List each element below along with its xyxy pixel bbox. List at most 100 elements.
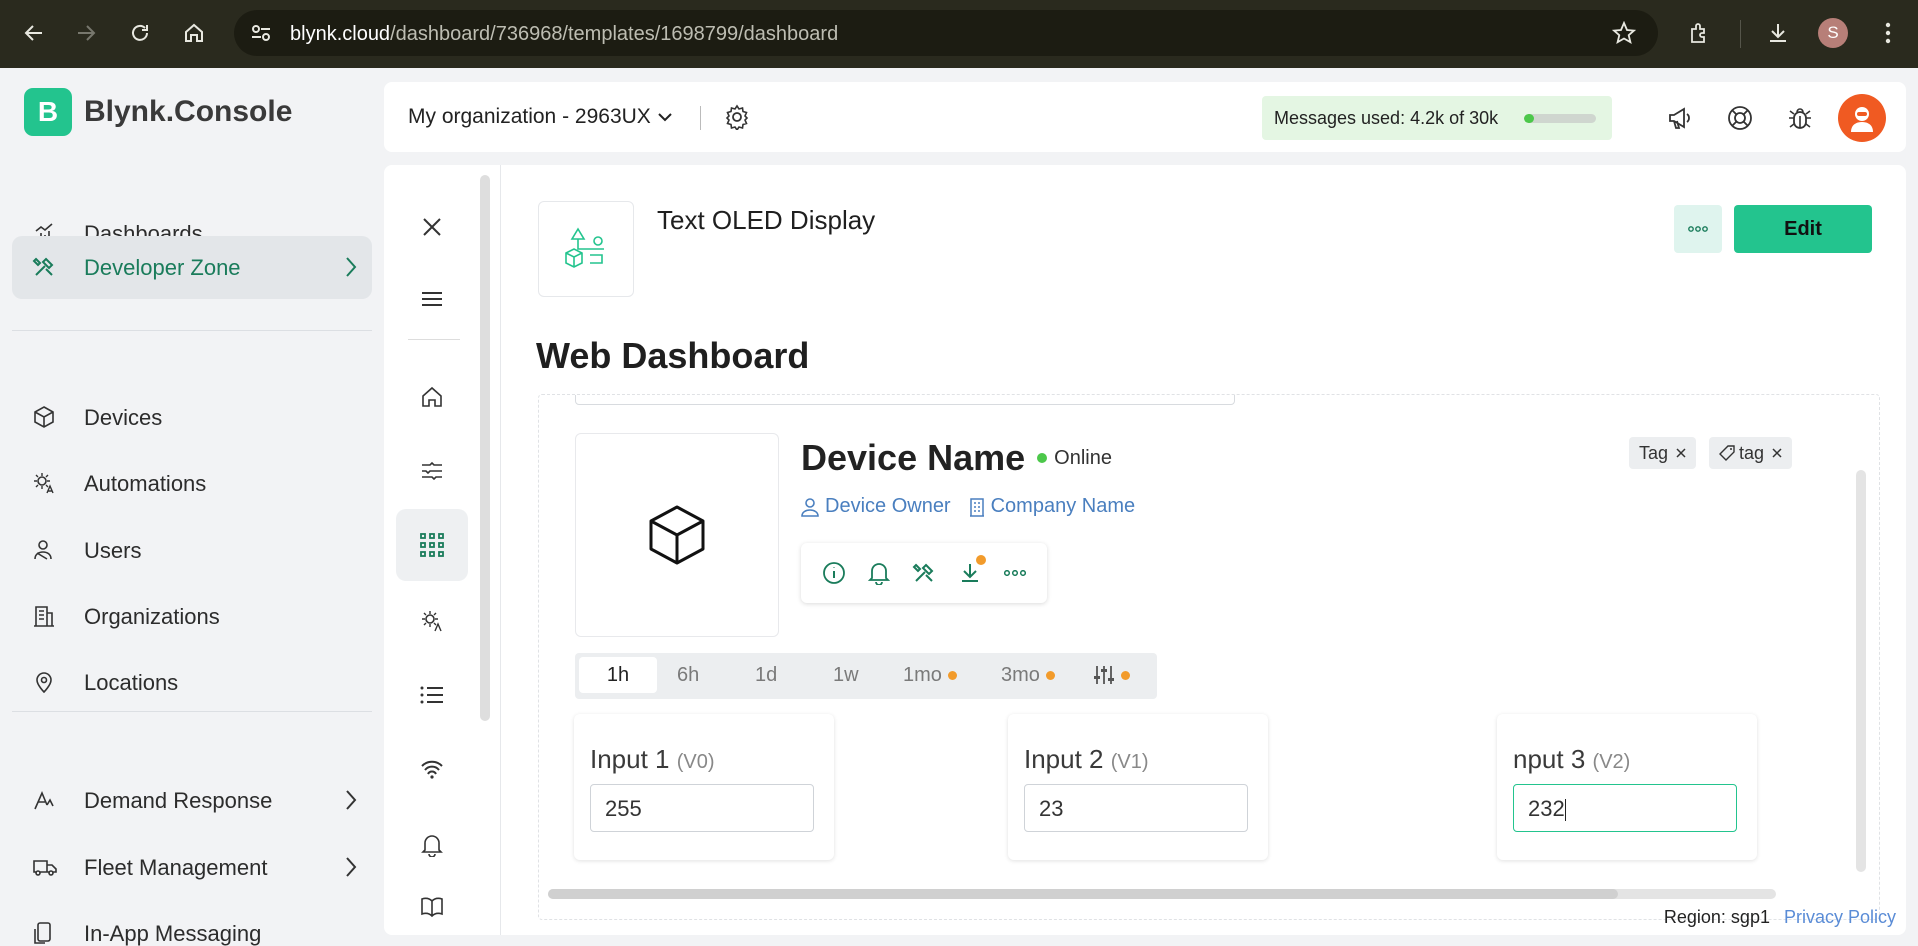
bug-report-icon[interactable] <box>1786 104 1814 132</box>
company-name-link[interactable]: Company Name <box>991 495 1136 518</box>
input-widget-title: Input 2 (V1) <box>1024 744 1149 774</box>
sidebar-item-demand-response[interactable]: Demand Response <box>12 769 372 832</box>
sidebar-divider <box>12 711 372 712</box>
chevron-down-icon <box>657 112 673 122</box>
back-icon[interactable] <box>16 15 52 51</box>
input-widget-title: nput 3 (V2) <box>1513 744 1631 774</box>
more-options-icon[interactable] <box>1004 570 1026 576</box>
org-settings-gear-icon[interactable] <box>724 104 750 130</box>
extensions-icon[interactable] <box>1682 15 1718 51</box>
toolbar-divider <box>1740 20 1741 48</box>
more-options-icon[interactable] <box>1674 205 1722 253</box>
bookmark-star-icon[interactable] <box>1612 21 1636 45</box>
privacy-policy-link[interactable]: Privacy Policy <box>1784 907 1896 928</box>
user-avatar[interactable] <box>1838 94 1886 142</box>
messages-usage-text: Messages used: 4.2k of 30k <box>1274 108 1499 128</box>
widget-outline[interactable] <box>575 395 1235 405</box>
sidebar-item-locations[interactable]: Locations <box>12 651 372 714</box>
org-name: My organization - 2963UX <box>408 105 651 128</box>
sidebar-item-label: In-App Messaging <box>84 920 262 946</box>
input-field-v1[interactable]: 23 <box>1024 784 1248 832</box>
sidebar-item-automations[interactable]: Automations <box>12 452 372 515</box>
messages-usage[interactable]: Messages used: 4.2k of 30k <box>1262 96 1612 140</box>
template-image[interactable] <box>538 201 634 297</box>
sidebar-item-organizations[interactable]: Organizations <box>12 585 372 648</box>
remove-tag-icon[interactable] <box>1676 448 1686 458</box>
sidebar-item-users[interactable]: Users <box>12 519 372 582</box>
truck-icon <box>32 855 58 879</box>
docs-book-icon[interactable] <box>396 871 468 935</box>
input-field-v2[interactable]: 232 <box>1513 784 1737 832</box>
profile-avatar[interactable]: S <box>1818 18 1848 48</box>
canvas-horizontal-scrollbar-track <box>548 889 1776 899</box>
building-icon <box>32 604 56 628</box>
premium-dot <box>947 670 957 680</box>
address-bar[interactable]: blynk.cloud/dashboard/736968/templates/1… <box>234 10 1658 56</box>
device-meta: Device Owner Company Name <box>801 495 1135 518</box>
home-icon[interactable] <box>396 361 468 433</box>
device-image[interactable] <box>575 433 779 637</box>
site-info-icon[interactable] <box>250 23 272 43</box>
sidebar-item-developer-zone[interactable]: Developer Zone <box>12 236 372 299</box>
input-widget-v1[interactable]: Input 2 (V1) 23 <box>1008 714 1268 860</box>
input-widget-v2[interactable]: nput 3 (V2) 232 <box>1497 714 1757 860</box>
chevron-right-icon <box>344 855 358 879</box>
tab-3mo[interactable]: 3mo <box>1001 657 1055 693</box>
canvas-vertical-scrollbar[interactable] <box>1856 470 1866 872</box>
tag-label: Tag <box>1639 442 1669 463</box>
bell-icon[interactable] <box>868 561 890 585</box>
input-field-v0[interactable]: 255 <box>590 784 814 832</box>
tab-custom-range[interactable] <box>1093 657 1130 693</box>
chevron-right-icon <box>344 255 358 279</box>
info-icon[interactable] <box>822 561 846 585</box>
close-icon[interactable] <box>396 191 468 263</box>
top-bar: My organization - 2963UX Messages used: … <box>384 82 1906 152</box>
device-actions-toolbar <box>801 543 1047 603</box>
left-sidebar: B Blynk.Console Dashboards Developer Zon… <box>0 68 384 946</box>
tools-icon <box>32 255 56 279</box>
tab-6h[interactable]: 6h <box>677 657 699 693</box>
forward-icon[interactable] <box>68 15 104 51</box>
announcements-megaphone-icon[interactable] <box>1666 104 1694 132</box>
text-cursor <box>1564 799 1566 822</box>
browser-menu-icon[interactable] <box>1870 15 1906 51</box>
edit-button[interactable]: Edit <box>1734 205 1872 253</box>
tab-1w[interactable]: 1w <box>833 657 859 693</box>
sidebar-item-label: Devices <box>84 404 163 430</box>
web-dashboard-grid-icon[interactable] <box>396 509 468 581</box>
list-icon[interactable] <box>396 659 468 731</box>
menu-icon[interactable] <box>396 263 468 335</box>
download-icon[interactable] <box>958 555 986 585</box>
org-selector[interactable]: My organization - 2963UX <box>408 105 673 129</box>
canvas-horizontal-scrollbar-thumb[interactable] <box>548 889 1618 899</box>
template-panel: Text OLED Display Edit Web Dashboard Dev… <box>384 165 1906 935</box>
sidebar-item-devices[interactable]: Devices <box>12 386 372 449</box>
tag-chip[interactable]: tag <box>1709 437 1793 469</box>
sidebar-item-label: Automations <box>84 470 207 496</box>
datastreams-icon[interactable] <box>396 435 468 507</box>
subnav-divider <box>408 339 460 340</box>
connectivity-icon[interactable] <box>396 733 468 805</box>
tools-icon[interactable] <box>912 561 936 585</box>
device-owner-link[interactable]: Device Owner <box>825 495 951 518</box>
premium-dot <box>1121 670 1130 680</box>
automation-icon[interactable] <box>396 585 468 657</box>
help-lifebuoy-icon[interactable] <box>1726 104 1754 132</box>
reload-icon[interactable] <box>122 15 158 51</box>
input-widget-v0[interactable]: Input 1 (V0) 255 <box>574 714 834 860</box>
tag-label: tag <box>1739 442 1765 463</box>
sidebar-item-label: Fleet Management <box>84 854 268 880</box>
sidebar-item-fleet-management[interactable]: Fleet Management <box>12 836 372 899</box>
tag-chip[interactable]: Tag <box>1629 437 1697 469</box>
tab-1d[interactable]: 1d <box>755 657 777 693</box>
blynk-logo[interactable]: B Blynk.Console <box>24 88 292 136</box>
tab-1h[interactable]: 1h <box>579 657 657 693</box>
sidebar-item-label: Organizations <box>84 603 220 629</box>
tab-1mo[interactable]: 1mo <box>903 657 957 693</box>
sidebar-item-in-app-messaging[interactable]: In-App Messaging <box>12 902 372 946</box>
download-icon[interactable] <box>1760 15 1796 51</box>
remove-tag-icon[interactable] <box>1772 448 1782 458</box>
home-icon[interactable] <box>176 15 212 51</box>
subnav-scrollbar[interactable] <box>480 175 490 721</box>
browser-toolbar: blynk.cloud/dashboard/736968/templates/1… <box>0 0 1918 68</box>
